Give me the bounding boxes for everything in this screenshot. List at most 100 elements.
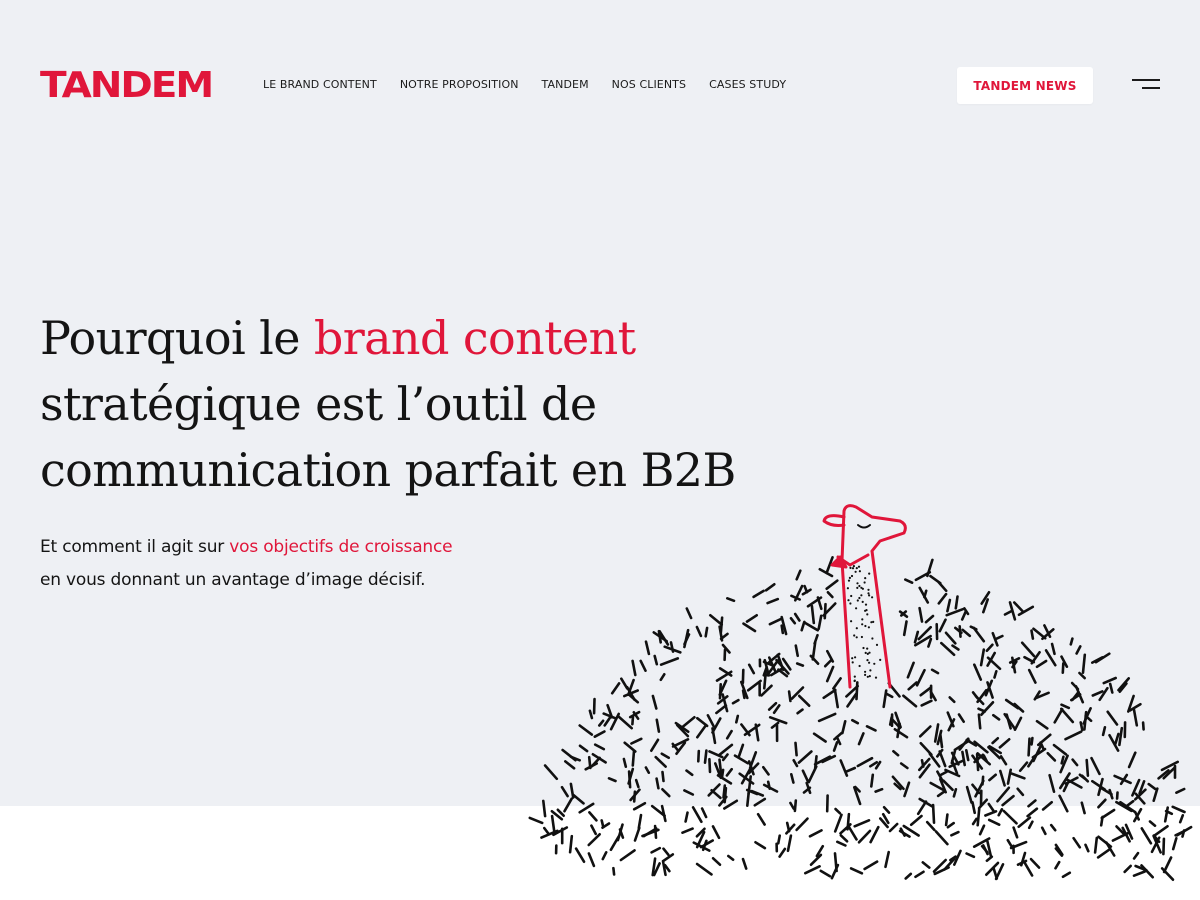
grass-stroke [997,807,1004,817]
grass-stroke [587,852,596,868]
grass-stroke [795,662,805,667]
grass-stroke [550,814,556,834]
grass-stroke [568,834,574,854]
grass-stroke [965,785,973,804]
llama-spot [854,570,857,573]
nav-item-tandem[interactable]: TANDEM [542,78,589,92]
grass-stroke [863,860,879,871]
grass-stroke [964,749,970,762]
grass-stroke [1052,743,1068,756]
grass-stroke [695,862,713,876]
nav-item-nos-clients[interactable]: NOS CLIENTS [612,78,686,92]
grass-stroke [681,716,696,728]
grass-stroke [1013,716,1023,731]
grass-stroke [1162,856,1173,874]
grass-stroke [950,830,960,837]
grass-stroke [1085,758,1090,778]
grass-strokes [528,556,1193,882]
grass-stroke [786,834,793,853]
grass-stroke [865,725,877,732]
grass-stroke [934,830,949,846]
nav-item-cases-study[interactable]: CASES STUDY [709,78,786,92]
grass-stroke [892,749,900,757]
grass-stroke [1061,662,1065,674]
llama-spot [858,584,861,588]
grass-stroke [1099,815,1104,827]
grass-stroke [807,765,818,784]
grass-stroke [793,612,801,622]
grass-stroke [795,817,809,832]
subline-part-2: en vous donnant un avantage d’image déci… [40,570,426,590]
llama-spot [855,607,858,610]
grass-stroke [1026,807,1039,818]
grass-stroke [1084,843,1090,853]
hamburger-menu-icon[interactable] [1128,74,1162,96]
grass-stroke [945,607,965,617]
grass-stroke [902,620,908,637]
grass-stroke [946,821,956,829]
grass-stroke [977,713,982,730]
tandem-news-button[interactable]: TANDEM NEWS [957,67,1093,104]
grass-stroke [1127,751,1137,769]
tandem-logo[interactable]: TANDEM [40,64,214,105]
grass-stroke [888,822,899,833]
grass-stroke [659,673,666,682]
nav-item-brand-content[interactable]: LE BRAND CONTENT [263,78,377,92]
grass-stroke [655,718,661,733]
grass-stroke [874,787,884,793]
grass-stroke [909,814,923,827]
llama-spot [850,620,853,623]
grass-stroke [681,827,694,835]
grass-stroke [850,718,860,725]
llama-icon [822,504,907,689]
grass-stroke [961,750,967,767]
grass-stroke [1003,609,1014,616]
grass-stroke [857,829,872,844]
grass-stroke [1080,801,1086,815]
grass-stroke [918,797,935,809]
llama-in-grass-illustration [528,504,1193,882]
grass-stroke [1072,836,1082,849]
grass-stroke [711,856,722,867]
grass-stroke [1049,823,1057,832]
grass-stroke [810,604,816,625]
grass-stroke [711,825,721,840]
grass-stroke [691,806,703,824]
grass-stroke [1101,726,1107,737]
llama-spot [858,664,861,668]
subline-accent-link[interactable]: vos objectifs de croissance [229,537,452,557]
grass-stroke [661,770,665,783]
llama-spot [867,588,870,591]
grass-stroke [939,770,949,777]
grass-stroke [721,753,729,762]
menu-line-bottom [1142,87,1160,89]
llama-spot [865,609,868,612]
grass-stroke [612,866,616,876]
llama-spot [853,675,856,678]
grass-stroke [753,797,767,807]
grass-stroke [1027,820,1034,830]
grass-stroke [598,719,605,727]
grass-stroke [808,829,823,838]
grass-stroke [754,840,767,850]
grass-stroke [885,692,894,699]
grass-stroke [1069,637,1074,646]
grass-stroke [800,620,806,632]
grass-stroke [948,696,956,704]
grass-stroke [610,682,621,695]
nav-item-notre-proposition[interactable]: NOTRE PROPOSITION [400,78,519,92]
grass-stroke [907,681,918,691]
grass-stroke [708,757,712,774]
grass-stroke [833,688,840,709]
main-nav: LE BRAND CONTENT NOTRE PROPOSITION TANDE… [263,78,809,92]
grass-stroke [696,723,708,739]
grass-stroke [1091,690,1104,697]
menu-line-top [1132,79,1160,81]
grass-stroke [996,786,1011,803]
grass-stroke [1152,787,1159,803]
grass-stroke [803,584,809,594]
grass-stroke [644,766,651,775]
grass-stroke [869,773,875,788]
grass-stroke [849,867,864,875]
headline-part-3: communication parfait en B2B [40,443,736,497]
